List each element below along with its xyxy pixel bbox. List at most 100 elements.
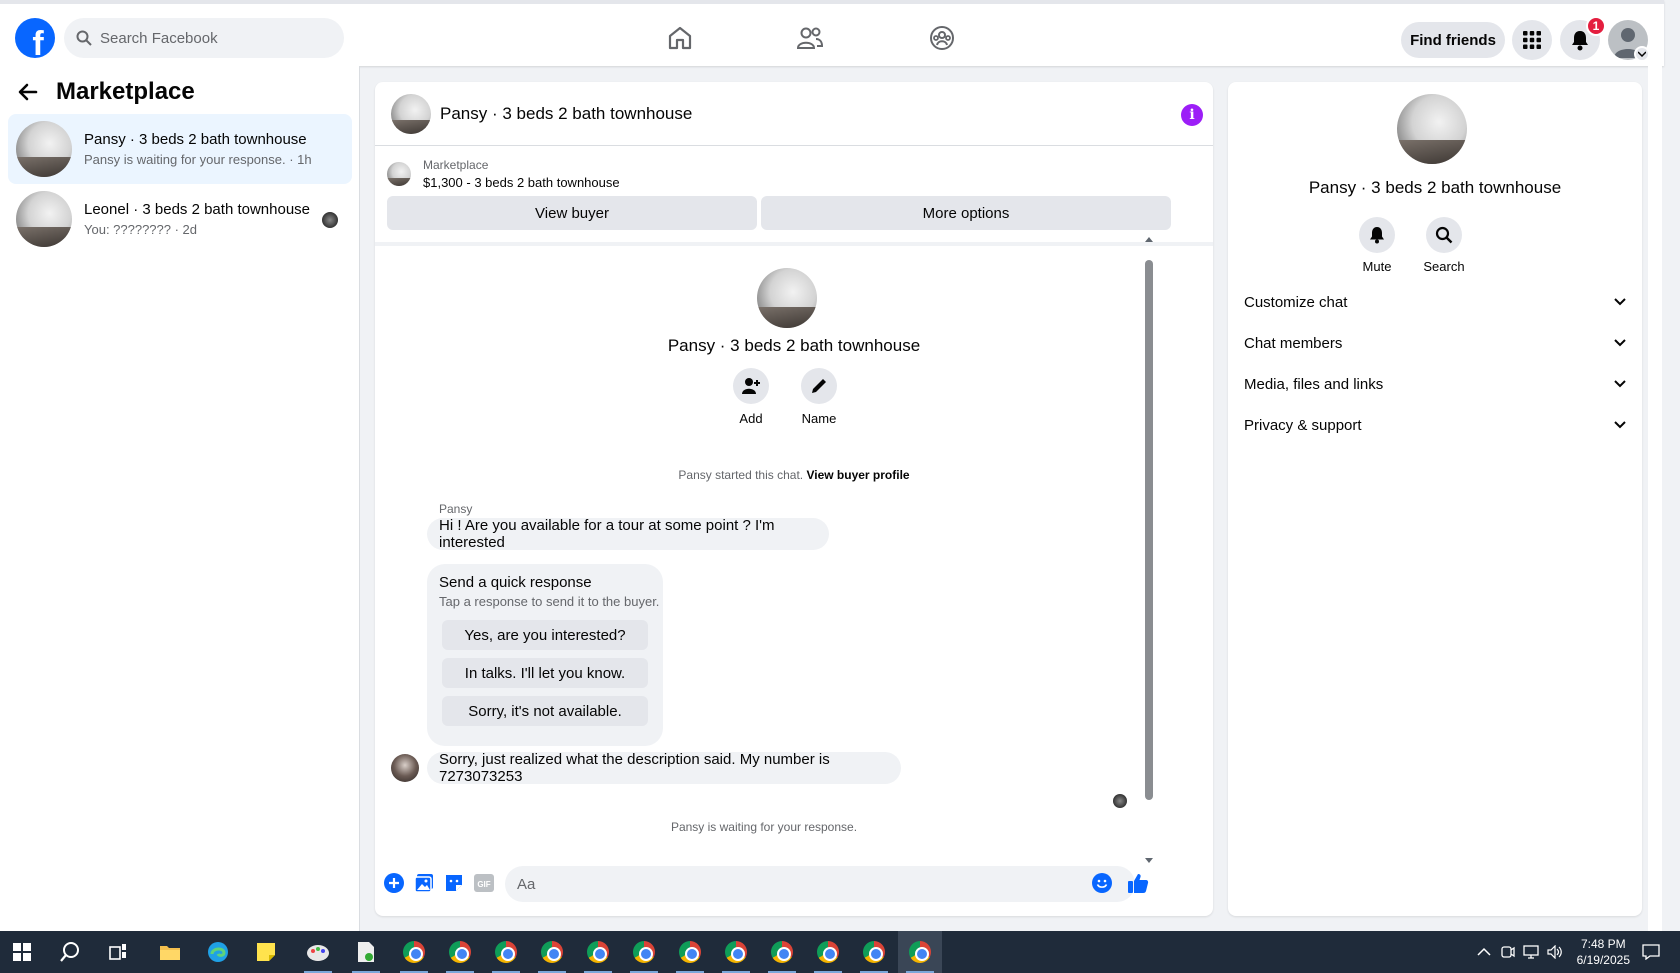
plus-icon[interactable]	[383, 872, 405, 894]
sidebar-title: Marketplace	[56, 78, 195, 105]
quick-response-subtitle: Tap a response to send it to the buyer.	[439, 594, 660, 609]
quick-response-unavailable-button[interactable]: Sorry, it's not available.	[442, 696, 648, 726]
facebook-logo[interactable]: f	[15, 18, 55, 58]
chrome-icon[interactable]	[714, 931, 758, 973]
meet-now-icon[interactable]	[1500, 945, 1515, 959]
chevron-down-icon[interactable]	[1634, 46, 1650, 62]
search-input[interactable]	[100, 29, 320, 47]
chevron-down-icon	[1614, 339, 1626, 347]
sticky-notes-icon[interactable]	[244, 931, 288, 973]
sticker-icon[interactable]	[443, 872, 465, 894]
section-media-files-links[interactable]: Media, files and links	[1244, 366, 1626, 402]
windows-taskbar: 7:48 PM 6/19/2025	[0, 931, 1680, 973]
conversation-item-pansy[interactable]: Pansy · 3 beds 2 bath townhouse Pansy is…	[8, 114, 352, 184]
scroll-up-icon[interactable]	[1145, 236, 1153, 242]
notification-center-icon[interactable]	[1642, 944, 1660, 960]
sender-name: Pansy	[439, 502, 473, 516]
seen-avatar	[322, 212, 338, 228]
chrome-icon[interactable]	[392, 931, 436, 973]
message-input[interactable]	[505, 866, 1135, 902]
emoji-icon[interactable]	[1091, 872, 1113, 894]
listing-label: Marketplace	[423, 158, 489, 172]
chevron-down-icon	[1614, 298, 1626, 306]
more-options-button[interactable]: More options	[761, 196, 1171, 230]
message-text: Hi ! Are you available for a tour at som…	[439, 517, 775, 551]
quick-response-yes-button[interactable]: Yes, are you interested?	[442, 620, 648, 650]
view-buyer-profile-link[interactable]: View buyer profile	[806, 468, 909, 482]
pencil-icon	[812, 379, 826, 393]
scroll-thumb[interactable]	[1145, 260, 1153, 800]
chevron-up-icon[interactable]	[1477, 947, 1491, 957]
chevron-down-icon	[1614, 421, 1626, 429]
notification-badge: 1	[1586, 16, 1606, 36]
section-privacy-support[interactable]: Privacy & support	[1244, 407, 1626, 443]
search-icon	[1435, 226, 1453, 244]
conversation-title: Leonel · 3 beds 2 bath townhouse	[84, 201, 311, 218]
chrome-icon[interactable]	[760, 931, 804, 973]
quick-response-talks-button[interactable]: In talks. I'll let you know.	[442, 658, 648, 688]
message-bubble[interactable]: Hi ! Are you available for a tour at som…	[427, 517, 829, 551]
name-label: Name	[801, 411, 837, 426]
bell-icon	[1370, 227, 1384, 244]
message-text: Sorry, just realized what the descriptio…	[439, 751, 830, 785]
chrome-icon[interactable]	[576, 931, 620, 973]
info-icon[interactable]: i	[1181, 104, 1203, 126]
chrome-icon[interactable]	[806, 931, 850, 973]
listing-thumbnail	[16, 121, 72, 177]
search-label: Search	[1423, 259, 1465, 274]
conversation-item-leonel[interactable]: Leonel · 3 beds 2 bath townhouse You: ??…	[8, 184, 352, 254]
sidebar-header: Marketplace	[18, 78, 195, 106]
file-explorer-icon[interactable]	[148, 931, 192, 973]
sender-avatar[interactable]	[391, 754, 419, 782]
svg-text:GIF: GIF	[477, 880, 490, 889]
quick-response-card: Send a quick response Tap a response to …	[427, 564, 663, 746]
network-icon[interactable]	[1522, 945, 1539, 959]
edge-browser-icon[interactable]	[196, 931, 240, 973]
view-buyer-button[interactable]: View buyer	[387, 196, 757, 230]
paint-app-icon[interactable]	[296, 931, 340, 973]
waiting-notice: Pansy is waiting for your response.	[670, 820, 858, 834]
chrome-icon[interactable]	[438, 931, 482, 973]
find-friends-button[interactable]: Find friends	[1401, 22, 1505, 58]
listing-thumbnail	[387, 162, 411, 186]
search-box[interactable]	[64, 18, 344, 58]
volume-icon[interactable]	[1547, 945, 1563, 959]
chrome-icon[interactable]	[530, 931, 574, 973]
gif-icon[interactable]: GIF	[473, 872, 495, 894]
search-chat-button[interactable]: Search	[1414, 217, 1474, 274]
windows-start-icon[interactable]	[0, 931, 44, 973]
section-customize-chat[interactable]: Customize chat	[1244, 284, 1626, 320]
add-people-button[interactable]: Add	[721, 368, 781, 426]
section-label: Customize chat	[1244, 293, 1348, 311]
message-bubble[interactable]: Sorry, just realized what the descriptio…	[427, 751, 901, 785]
search-icon[interactable]	[48, 931, 92, 973]
section-chat-members[interactable]: Chat members	[1244, 325, 1626, 361]
home-icon[interactable]	[664, 22, 696, 54]
photo-icon[interactable]	[413, 872, 435, 894]
file-app-icon[interactable]	[344, 931, 388, 973]
marketplace-sidebar: Marketplace Pansy · 3 beds 2 bath townho…	[0, 66, 360, 931]
mute-button[interactable]: Mute	[1347, 217, 1407, 274]
chrome-icon[interactable]	[852, 931, 896, 973]
chat-scrollbar[interactable]	[1145, 236, 1153, 864]
page-scrollbar[interactable]	[1648, 62, 1662, 932]
chrome-icon[interactable]	[622, 931, 666, 973]
quick-response-title: Send a quick response	[439, 574, 592, 591]
chat-header: Pansy · 3 beds 2 bath townhouse i	[375, 82, 1213, 146]
chrome-icon[interactable]	[668, 931, 712, 973]
chrome-icon-active[interactable]	[898, 931, 942, 973]
friends-icon[interactable]	[794, 22, 826, 54]
listing-row[interactable]: Marketplace $1,300 - 3 beds 2 bath townh…	[387, 158, 620, 190]
chrome-icon[interactable]	[484, 931, 528, 973]
groups-icon[interactable]	[926, 22, 958, 54]
chat-avatar[interactable]	[391, 93, 431, 134]
chat-profile-avatar	[757, 268, 817, 328]
divider	[375, 242, 1213, 246]
chat-title[interactable]: Pansy · 3 beds 2 bath townhouse	[440, 104, 692, 124]
edit-name-button[interactable]: Name	[789, 368, 849, 426]
clock[interactable]: 7:48 PM 6/19/2025	[1577, 936, 1630, 968]
task-view-icon[interactable]	[96, 931, 140, 973]
menu-grid-icon[interactable]	[1512, 20, 1552, 60]
like-thumb-icon[interactable]	[1127, 872, 1149, 894]
back-arrow-icon[interactable]	[18, 82, 38, 102]
